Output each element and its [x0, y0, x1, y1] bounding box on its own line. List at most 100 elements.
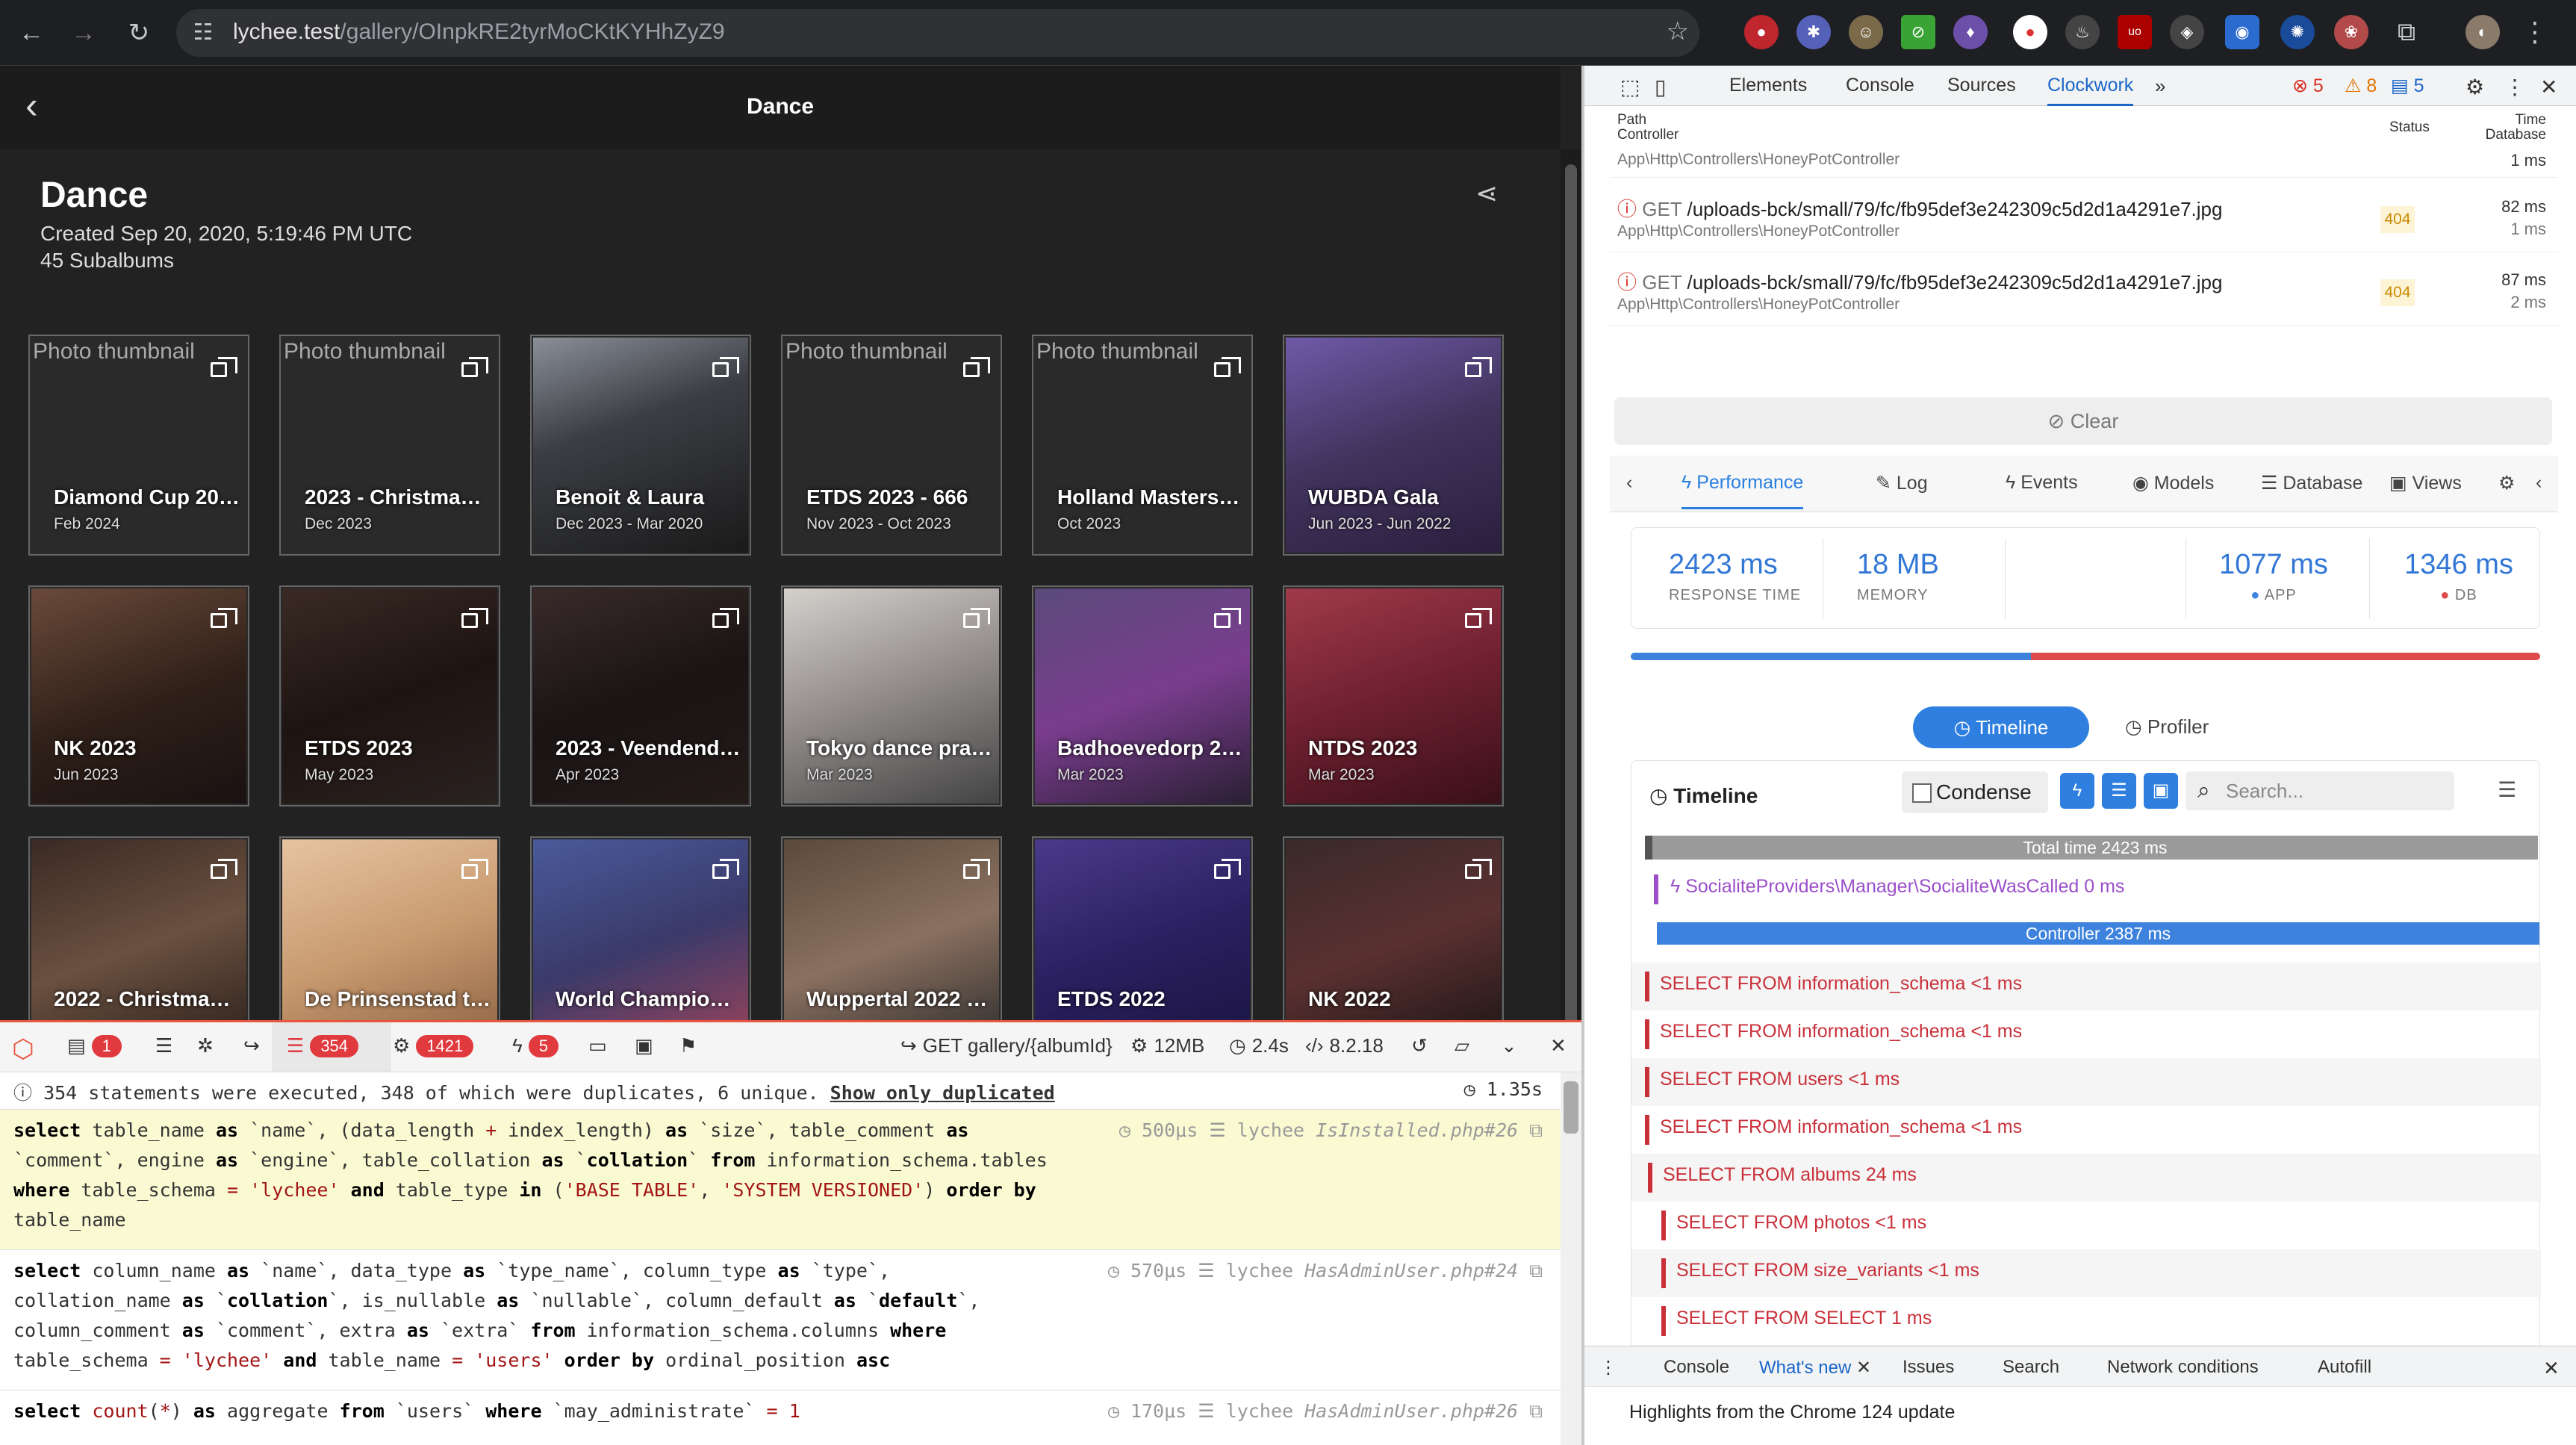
- timeline-query[interactable]: SELECT FROM information_schema <1 ms: [1631, 1106, 2541, 1154]
- timeline-query[interactable]: SELECT FROM users <1 ms: [1631, 1058, 2541, 1106]
- album-tile[interactable]: Photo thumbnail Diamond Cup 20… Feb 2024: [28, 335, 249, 556]
- album-tile[interactable]: 2023 - Veendend… Apr 2023: [530, 585, 751, 807]
- back-icon[interactable]: ←: [9, 10, 54, 55]
- bookmark-star-icon[interactable]: ☆: [1667, 16, 1689, 46]
- ext-google-icon[interactable]: ●: [2013, 15, 2047, 49]
- debugbar-tags-tab[interactable]: ⚑: [679, 1034, 697, 1057]
- album-tile[interactable]: Photo thumbnail 2023 - Christma… Dec 2023: [279, 335, 500, 556]
- album-tile[interactable]: ETDS 2022: [1032, 836, 1253, 1022]
- debugbar-scrollbar[interactable]: [1561, 1072, 1581, 1445]
- debugbar-queries-tab[interactable]: ☰ 354: [287, 1034, 359, 1057]
- tab-database[interactable]: ☰ Database: [2261, 472, 2362, 494]
- drawer-tab-whats-new[interactable]: What's new ✕: [1759, 1357, 1871, 1379]
- drawer-tab-search[interactable]: Search: [2003, 1357, 2059, 1378]
- inspect-element-icon[interactable]: ⬚: [1620, 75, 1640, 99]
- messages-count[interactable]: ▤ 5: [2391, 75, 2424, 97]
- ext-shield2-icon[interactable]: ◈: [2170, 15, 2204, 49]
- errors-count[interactable]: ⊗ 5: [2292, 75, 2324, 97]
- timeline-query[interactable]: SELECT FROM SELECT 1 ms: [1631, 1297, 2541, 1345]
- share-icon[interactable]: ⋖: [1475, 178, 1498, 209]
- tab-events[interactable]: ϟ Events: [2006, 472, 2078, 494]
- query-statement[interactable]: select count(*) as aggregate from `users…: [0, 1390, 1561, 1445]
- close-devtools-icon[interactable]: ✕: [2540, 75, 2557, 99]
- album-tile[interactable]: NK 2022: [1283, 836, 1504, 1022]
- forward-icon[interactable]: →: [61, 10, 106, 55]
- debugbar-views-tab[interactable]: ↪: [243, 1034, 260, 1057]
- filter-events-icon[interactable]: ϟ: [2060, 773, 2094, 809]
- warnings-count[interactable]: ⚠ 8: [2345, 75, 2377, 97]
- ext-shield-icon[interactable]: ♦: [1953, 15, 1988, 49]
- reload-icon[interactable]: ↻: [116, 10, 161, 55]
- album-tile[interactable]: World Champion…: [530, 836, 751, 1022]
- controller-bar[interactable]: Controller 2387 ms: [1657, 922, 2539, 945]
- debugbar-timeline-tab[interactable]: ☰: [155, 1034, 172, 1057]
- debugbar-route[interactable]: ↪ GET gallery/{albumId}: [900, 1034, 1113, 1057]
- album-tile[interactable]: NTDS 2023 Mar 2023: [1283, 585, 1504, 807]
- tab-console[interactable]: Console: [1846, 75, 1914, 96]
- timeline-query[interactable]: SELECT FROM size_variants <1 ms: [1631, 1249, 2541, 1297]
- tab-performance[interactable]: ϟ Performance: [1681, 472, 1804, 509]
- album-tile[interactable]: Badhoevedorp 2… Mar 2023: [1032, 585, 1253, 807]
- request-row[interactable]: ⓘ GET /uploads-bck/small/79/fc/fb95def3e…: [1610, 254, 2558, 326]
- show-duplicated-link[interactable]: Show only duplicated: [830, 1082, 1055, 1104]
- clear-button[interactable]: ⊘ Clear: [1614, 397, 2552, 445]
- request-row[interactable]: App\Http\Controllers\HoneyPotController …: [1610, 148, 2558, 178]
- album-tile[interactable]: Photo thumbnail ETDS 2023 - 666 Nov 2023 -…: [781, 335, 1002, 556]
- timeline-query[interactable]: SELECT FROM information_schema <1 ms: [1631, 1010, 2541, 1058]
- profile-avatar[interactable]: ◐: [2465, 15, 2500, 49]
- tabs-next-icon[interactable]: ‹: [2536, 472, 2542, 494]
- device-toolbar-icon[interactable]: ▯: [1655, 75, 1666, 99]
- condense-checkbox[interactable]: Condense: [1902, 771, 2048, 813]
- tab-log[interactable]: ✎ Log: [1876, 472, 1928, 494]
- album-tile[interactable]: WUBDA Gala Jun 2023 - Jun 2022: [1283, 335, 1504, 556]
- minimize-chevron-icon[interactable]: ⌄: [1501, 1034, 1517, 1057]
- album-tile[interactable]: NK 2023 Jun 2023: [28, 585, 249, 807]
- debugbar-session-tab[interactable]: ▣: [635, 1034, 653, 1057]
- ext-green-icon[interactable]: ⊘: [1901, 15, 1935, 49]
- filter-database-icon[interactable]: ☰: [2102, 773, 2136, 809]
- laravel-logo-icon[interactable]: ⬡: [12, 1034, 34, 1064]
- more-tabs-icon[interactable]: »: [2155, 75, 2165, 98]
- album-tile[interactable]: Photo thumbnail Holland Masters… Oct 2023: [1032, 335, 1253, 556]
- tab-elements[interactable]: Elements: [1729, 75, 1807, 96]
- ext-paw-icon[interactable]: ❀: [2334, 15, 2368, 49]
- ext-gear-icon[interactable]: ✱: [1796, 15, 1831, 49]
- timeline-query[interactable]: SELECT FROM information_schema <1 ms: [1631, 963, 2541, 1010]
- list-view-icon[interactable]: ☰: [2498, 777, 2516, 802]
- debugbar-messages-tab[interactable]: ▤ 1: [67, 1034, 122, 1057]
- tab-models[interactable]: ◉ Models: [2132, 472, 2214, 494]
- ext-red-icon[interactable]: ●: [1744, 15, 1779, 49]
- settings-gear-icon[interactable]: ⚙: [2465, 75, 2484, 99]
- timeline-query[interactable]: SELECT FROM albums 24 ms: [1631, 1154, 2541, 1202]
- chrome-menu-icon[interactable]: ⋮: [2518, 15, 2552, 49]
- debugbar-events-tab[interactable]: ϟ5: [512, 1034, 559, 1057]
- ext-chrome-icon[interactable]: ✺: [2280, 15, 2315, 49]
- drawer-menu-icon[interactable]: ⋮: [1599, 1357, 1617, 1379]
- ext-face-icon[interactable]: ☺: [1849, 15, 1883, 49]
- history-icon[interactable]: ↺: [1411, 1034, 1428, 1057]
- profiler-button[interactable]: ◷ Profiler: [2125, 715, 2209, 739]
- ext-drop-icon[interactable]: ♨: [2065, 15, 2100, 49]
- query-statement[interactable]: select table_name as `name`, (data_lengt…: [0, 1110, 1561, 1250]
- site-info-icon[interactable]: ☷: [188, 18, 218, 48]
- ext-ub-icon[interactable]: uo: [2118, 15, 2152, 49]
- drawer-tab-issues[interactable]: Issues: [1903, 1357, 1954, 1378]
- close-debugbar-icon[interactable]: ✕: [1550, 1034, 1567, 1057]
- ext-blue-icon[interactable]: ◉: [2225, 15, 2259, 49]
- album-tile[interactable]: Tokyo dance pra… Mar 2023: [781, 585, 1002, 807]
- album-tile[interactable]: Benoit & Laura Dec 2023 - Mar 2020: [530, 335, 751, 556]
- page-scrollbar[interactable]: [1561, 149, 1581, 1022]
- extensions-puzzle-icon[interactable]: ⧉: [2389, 15, 2424, 49]
- album-tile[interactable]: 2022 - Christma…: [28, 836, 249, 1022]
- filter-views-icon[interactable]: ▣: [2144, 773, 2178, 809]
- album-tile[interactable]: ETDS 2023 May 2023: [279, 585, 500, 807]
- album-tile[interactable]: Wuppertal 2022 -…: [781, 836, 1002, 1022]
- timeline-event[interactable]: ϟ SocialiteProviders\Manager\SocialiteWa…: [1631, 866, 2541, 913]
- debugbar-models-tab[interactable]: ⚙ 1421: [393, 1034, 474, 1057]
- query-statement[interactable]: select column_name as `name`, data_type …: [0, 1250, 1561, 1390]
- timeline-search-input[interactable]: Search...: [2185, 771, 2454, 810]
- drawer-tab-autofill[interactable]: Autofill: [2318, 1357, 2371, 1378]
- close-tab-icon[interactable]: ✕: [1856, 1358, 1871, 1378]
- timeline-query[interactable]: SELECT FROM photos <1 ms: [1631, 1202, 2541, 1249]
- address-bar[interactable]: ☷ lychee.test/gallery/OInpkRE2tyrMoCKtKY…: [176, 9, 1699, 57]
